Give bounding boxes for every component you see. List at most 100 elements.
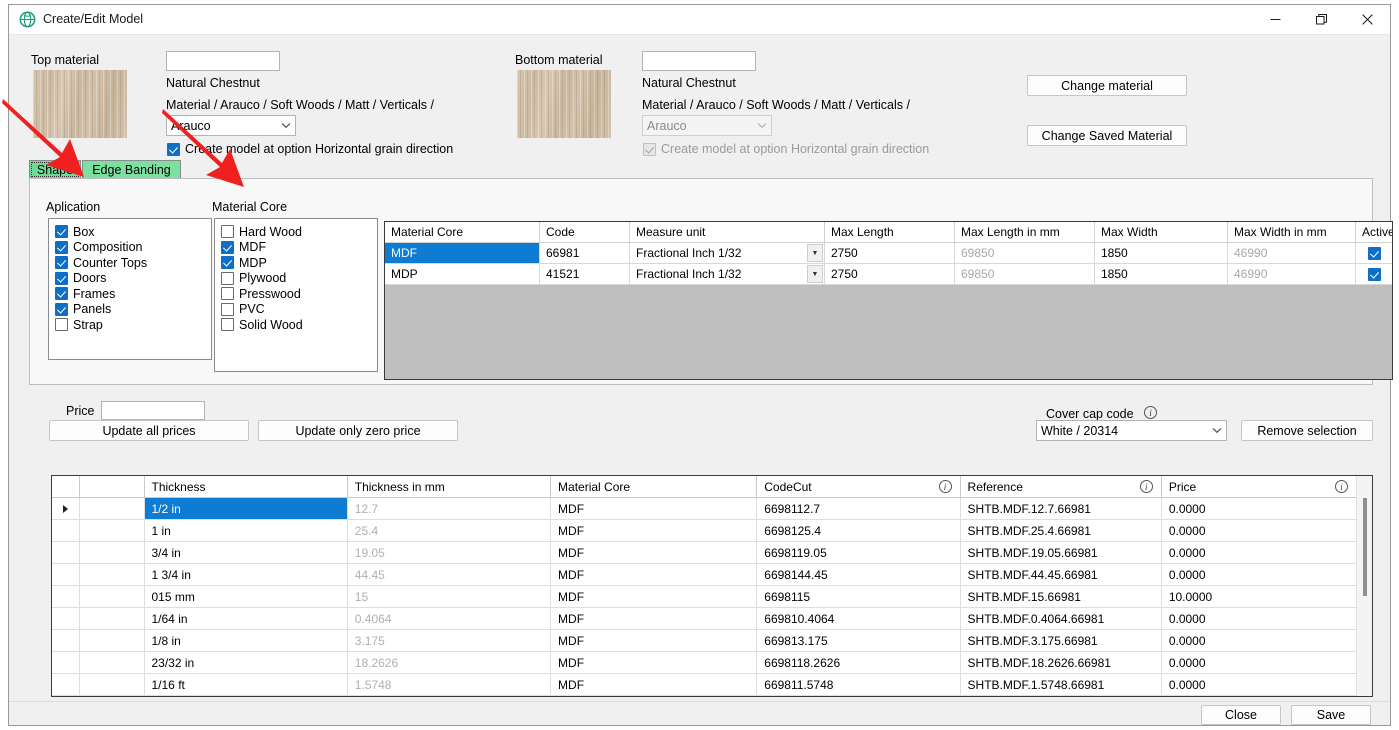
cell-material-core[interactable]: MDF (551, 652, 758, 673)
col-max-width[interactable]: Max Width (1095, 222, 1228, 242)
cell-active[interactable] (1356, 243, 1392, 263)
cell-price[interactable]: 0.0000 (1162, 520, 1372, 541)
aplication-item-composition[interactable]: Composition (55, 240, 211, 256)
change-material-button[interactable]: Change material (1027, 75, 1187, 96)
cell-thickness[interactable]: 23/32 in (145, 652, 348, 673)
col-material-core[interactable]: Material Core (385, 222, 540, 242)
col-max-width-mm[interactable]: Max Width in mm (1228, 222, 1356, 242)
cell-thickness[interactable]: 1/64 in (145, 608, 348, 629)
cell-reference[interactable]: SHTB.MDF.1.5748.66981 (961, 674, 1162, 695)
cell-active[interactable] (1356, 264, 1392, 284)
aplication-item-doors[interactable]: Doors (55, 271, 211, 287)
thickness-data-grid[interactable]: Thickness Thickness in mm Material Core … (51, 475, 1373, 697)
cell-measure-unit[interactable]: Fractional Inch 1/32 ▼ (630, 264, 825, 284)
cell-material-core[interactable]: MDF (551, 608, 758, 629)
aplication-item-strap[interactable]: Strap (55, 317, 211, 333)
cell-price[interactable]: 0.0000 (1162, 498, 1372, 519)
cell-thickness[interactable]: 1 in (145, 520, 348, 541)
cell-reference[interactable]: SHTB.MDF.3.175.66981 (961, 630, 1162, 651)
top-material-brand-combo[interactable]: Arauco (166, 115, 296, 136)
row-selector[interactable] (52, 498, 80, 519)
aplication-item-box[interactable]: Box (55, 224, 211, 240)
cell-material-core[interactable]: MDF (551, 520, 758, 541)
cell-thickness[interactable]: 1/16 ft (145, 674, 348, 695)
material-core-item-hard-wood[interactable]: Hard Wood (221, 224, 377, 240)
table-row[interactable]: 1/16 ft 1.5748 MDF 669811.5748 SHTB.MDF.… (52, 674, 1372, 696)
cell-measure-unit[interactable]: Fractional Inch 1/32 ▼ (630, 243, 825, 263)
table-row[interactable]: 1 in 25.4 MDF 6698125.4 SHTB.MDF.25.4.66… (52, 520, 1372, 542)
cell-reference[interactable]: SHTB.MDF.15.66981 (961, 586, 1162, 607)
table-row[interactable]: 23/32 in 18.2626 MDF 6698118.2626 SHTB.M… (52, 652, 1372, 674)
cell-max-length[interactable]: 2750 (825, 243, 955, 263)
col-codecut[interactable]: CodeCut i (757, 476, 961, 497)
cell-price[interactable]: 0.0000 (1162, 630, 1372, 651)
col-thickness[interactable]: Thickness (145, 476, 348, 497)
cell-material-core[interactable]: MDF (551, 564, 758, 585)
material-core-item-solid-wood[interactable]: Solid Wood (221, 317, 377, 333)
cell-price[interactable]: 10.0000 (1162, 586, 1372, 607)
cell-material-core[interactable]: MDF (551, 630, 758, 651)
cell-reference[interactable]: SHTB.MDF.12.7.66981 (961, 498, 1162, 519)
cell-codecut[interactable]: 6698115 (757, 586, 961, 607)
cell-thickness[interactable]: 3/4 in (145, 542, 348, 563)
table-row[interactable]: 015 mm 15 MDF 6698115 SHTB.MDF.15.66981 … (52, 586, 1372, 608)
info-icon[interactable]: i (1335, 480, 1348, 493)
cover-cap-code-combo[interactable]: White / 20314 (1036, 420, 1227, 441)
cell-material-core[interactable]: MDF (551, 498, 758, 519)
cell-max-width[interactable]: 1850 (1095, 243, 1228, 263)
cell-max-length[interactable]: 2750 (825, 264, 955, 284)
col-max-length-mm[interactable]: Max Length in mm (955, 222, 1095, 242)
cell-max-width[interactable]: 1850 (1095, 264, 1228, 284)
col-max-length[interactable]: Max Length (825, 222, 955, 242)
row-selector[interactable] (52, 520, 80, 541)
change-saved-material-button[interactable]: Change Saved Material (1027, 125, 1187, 146)
cell-codecut[interactable]: 669811.5748 (757, 674, 961, 695)
chevron-down-icon[interactable]: ▼ (807, 244, 823, 262)
scrollbar-thumb[interactable] (1363, 498, 1367, 596)
material-core-item-mdf[interactable]: MDF (221, 240, 377, 256)
cell-material-core[interactable]: MDF (551, 674, 758, 695)
table-row[interactable]: MDF 66981 Fractional Inch 1/32 ▼ 2750 69… (385, 243, 1392, 264)
update-all-prices-button[interactable]: Update all prices (49, 420, 249, 441)
price-input[interactable] (101, 401, 205, 420)
col-material-core[interactable]: Material Core (551, 476, 758, 497)
top-material-name-input[interactable] (166, 51, 280, 71)
col-measure-unit[interactable]: Measure unit (630, 222, 825, 242)
maximize-restore-button[interactable] (1298, 5, 1344, 34)
save-button[interactable]: Save (1291, 705, 1371, 725)
cell-material-core[interactable]: MDF (551, 542, 758, 563)
aplication-item-counter-tops[interactable]: Counter Tops (55, 255, 211, 271)
col-price[interactable]: Price i (1162, 476, 1372, 497)
cell-reference[interactable]: SHTB.MDF.18.2626.66981 (961, 652, 1162, 673)
row-selector[interactable] (52, 608, 80, 629)
cell-price[interactable]: 0.0000 (1162, 674, 1372, 695)
cell-material-core[interactable]: MDP (385, 264, 540, 284)
row-selector[interactable] (52, 542, 80, 563)
col-reference[interactable]: Reference i (961, 476, 1162, 497)
close-button[interactable]: Close (1201, 705, 1281, 725)
cell-material-core[interactable]: MDF (551, 586, 758, 607)
material-core-item-pvc[interactable]: PVC (221, 302, 377, 318)
col-thickness-mm[interactable]: Thickness in mm (348, 476, 552, 497)
remove-selection-button[interactable]: Remove selection (1241, 420, 1373, 441)
cell-code[interactable]: 66981 (540, 243, 630, 263)
bottom-material-name-input[interactable] (642, 51, 756, 71)
cell-reference[interactable]: SHTB.MDF.19.05.66981 (961, 542, 1162, 563)
update-only-zero-price-button[interactable]: Update only zero price (258, 420, 458, 441)
chevron-down-icon[interactable]: ▼ (807, 265, 823, 283)
table-row[interactable]: 1/8 in 3.175 MDF 669813.175 SHTB.MDF.3.1… (52, 630, 1372, 652)
cell-thickness[interactable]: 1/2 in (144, 498, 348, 519)
cell-codecut[interactable]: 6698118.2626 (757, 652, 961, 673)
info-icon[interactable]: i (938, 480, 952, 493)
top-grain-direction-checkbox[interactable]: Create model at option Horizontal grain … (167, 142, 453, 156)
cell-price[interactable]: 0.0000 (1162, 542, 1372, 563)
cell-codecut[interactable]: 669813.175 (757, 630, 961, 651)
aplication-listbox[interactable]: Box Composition Counter Tops Doors Frame… (48, 218, 212, 360)
material-core-item-presswood[interactable]: Presswood (221, 286, 377, 302)
cell-material-core[interactable]: MDF (385, 243, 540, 263)
cell-thickness[interactable]: 1 3/4 in (145, 564, 348, 585)
aplication-item-frames[interactable]: Frames (55, 286, 211, 302)
cell-price[interactable]: 0.0000 (1162, 652, 1372, 673)
tab-shape[interactable]: Shape (29, 160, 81, 179)
cell-price[interactable]: 0.0000 (1162, 564, 1372, 585)
